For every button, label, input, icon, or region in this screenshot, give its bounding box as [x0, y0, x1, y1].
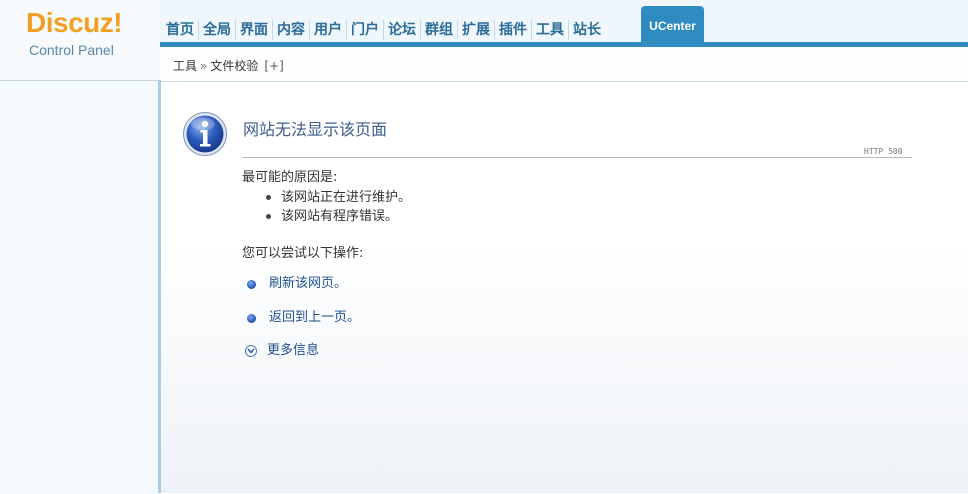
- breadcrumb-section[interactable]: 工具: [173, 59, 197, 73]
- info-icon: [183, 112, 227, 156]
- blue-bullet-icon: [247, 313, 256, 323]
- nav-item-extensions[interactable]: 扩展: [458, 19, 495, 40]
- nav-item-users[interactable]: 用户: [310, 19, 347, 40]
- breadcrumb: 工具» 文件校验 [+]: [173, 59, 284, 73]
- reason-item: 该网站正在进行维护。: [266, 188, 411, 207]
- logo-subtitle: Control Panel: [29, 42, 114, 58]
- go-back-label[interactable]: 返回到上一页。: [269, 310, 360, 326]
- chevron-down-circle-icon[interactable]: [245, 345, 257, 357]
- refresh-page-label[interactable]: 刷新该网页。: [269, 276, 347, 292]
- nav-item-home[interactable]: 首页: [162, 19, 199, 40]
- reason-heading: 最可能的原因是:: [242, 170, 338, 185]
- title-divider: [242, 157, 912, 158]
- top-nav: 首页 全局 界面 内容 用户 门户 论坛 群组 扩展 插件 工具 站长: [162, 17, 605, 42]
- nav-item-plugins[interactable]: 插件: [495, 19, 532, 40]
- reason-list: 该网站正在进行维护。 该网站有程序错误。: [266, 188, 411, 226]
- nav-item-portal[interactable]: 门户: [347, 19, 384, 40]
- sidebar: [0, 80, 160, 494]
- nav-item-admin[interactable]: 站长: [569, 20, 605, 40]
- nav-item-global[interactable]: 全局: [199, 19, 236, 40]
- http-status-code: HTTP 500: [864, 147, 903, 156]
- breadcrumb-bar: 工具» 文件校验 [+]: [160, 47, 968, 82]
- nav-item-interface[interactable]: 界面: [236, 19, 273, 40]
- add-shortcut-button[interactable]: [+]: [258, 59, 283, 73]
- refresh-page-link[interactable]: 刷新该网页。: [247, 276, 347, 292]
- try-heading: 您可以尝试以下操作:: [242, 246, 364, 261]
- breadcrumb-separator: »: [200, 59, 208, 73]
- nav-item-ucenter[interactable]: UCenter: [641, 6, 704, 42]
- nav-item-forum[interactable]: 论坛: [384, 19, 421, 40]
- go-back-link[interactable]: 返回到上一页。: [247, 310, 360, 326]
- logo-area[interactable]: Discuz! Control Panel: [0, 0, 160, 80]
- error-title: 网站无法显示该页面: [243, 120, 388, 139]
- blue-bullet-icon: [247, 279, 256, 289]
- nav-item-content[interactable]: 内容: [273, 19, 310, 40]
- reason-item: 该网站有程序错误。: [266, 207, 411, 226]
- nav-item-groups[interactable]: 群组: [421, 19, 458, 40]
- nav-item-tools[interactable]: 工具: [532, 19, 569, 40]
- more-info-link[interactable]: 更多信息: [245, 343, 319, 359]
- breadcrumb-page: 文件校验: [210, 59, 259, 73]
- more-info-label[interactable]: 更多信息: [267, 343, 319, 359]
- logo[interactable]: Discuz!: [26, 9, 123, 37]
